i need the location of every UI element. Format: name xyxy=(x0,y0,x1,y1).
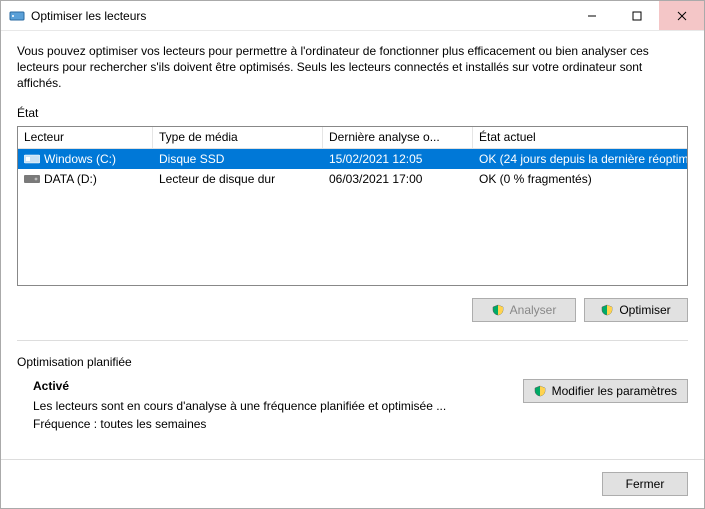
table-buttons: Analyser Optimiser xyxy=(17,298,688,322)
analyser-button[interactable]: Analyser xyxy=(472,298,576,322)
maximize-button[interactable] xyxy=(614,1,659,30)
drive-name: Windows (C:) xyxy=(44,152,116,166)
analyser-label: Analyser xyxy=(510,303,557,317)
titlebar: Optimiser les lecteurs xyxy=(1,1,704,31)
col-date[interactable]: Dernière analyse o... xyxy=(323,127,473,148)
state-label: État xyxy=(17,106,688,120)
fermer-button[interactable]: Fermer xyxy=(602,472,688,496)
cell-date: 06/03/2021 17:00 xyxy=(323,170,473,188)
content-area: Vous pouvez optimiser vos lecteurs pour … xyxy=(1,31,704,459)
cell-lecteur: DATA (D:) xyxy=(18,170,153,188)
drive-name: DATA (D:) xyxy=(44,172,97,186)
app-icon xyxy=(9,8,25,24)
modifier-label: Modifier les paramètres xyxy=(552,384,677,398)
cell-status: OK (0 % fragmentés) xyxy=(473,170,687,188)
sched-body: Activé Les lecteurs sont en cours d'anal… xyxy=(17,379,688,435)
table-row[interactable]: DATA (D:) Lecteur de disque dur 06/03/20… xyxy=(18,169,687,189)
optimiser-button[interactable]: Optimiser xyxy=(584,298,688,322)
table-row[interactable]: Windows (C:) Disque SSD 15/02/2021 12:05… xyxy=(18,149,687,169)
footer: Fermer xyxy=(1,459,704,508)
divider xyxy=(17,340,688,341)
col-type[interactable]: Type de média xyxy=(153,127,323,148)
minimize-button[interactable] xyxy=(569,1,614,30)
shield-icon xyxy=(601,304,613,316)
cell-lecteur: Windows (C:) xyxy=(18,150,153,168)
sched-heading: Optimisation planifiée xyxy=(17,355,688,369)
cell-type: Lecteur de disque dur xyxy=(153,170,323,188)
cell-type: Disque SSD xyxy=(153,150,323,168)
cell-status: OK (24 jours depuis la dernière réoptimi… xyxy=(473,150,687,168)
fermer-label: Fermer xyxy=(626,477,665,491)
sched-state: Activé xyxy=(33,379,523,393)
intro-text: Vous pouvez optimiser vos lecteurs pour … xyxy=(17,43,688,92)
sched-desc: Les lecteurs sont en cours d'analyse à u… xyxy=(33,399,523,413)
hdd-icon xyxy=(24,173,40,185)
cell-date: 15/02/2021 12:05 xyxy=(323,150,473,168)
sched-freq: Fréquence : toutes les semaines xyxy=(33,417,523,431)
ssd-icon xyxy=(24,153,40,165)
window-controls xyxy=(569,1,704,30)
optimiser-label: Optimiser xyxy=(619,303,670,317)
table-header: Lecteur Type de média Dernière analyse o… xyxy=(18,127,687,149)
window-title: Optimiser les lecteurs xyxy=(31,9,569,23)
shield-icon xyxy=(534,385,546,397)
drives-table: Lecteur Type de média Dernière analyse o… xyxy=(17,126,688,286)
col-lecteur[interactable]: Lecteur xyxy=(18,127,153,148)
shield-icon xyxy=(492,304,504,316)
close-button[interactable] xyxy=(659,1,704,30)
modifier-button[interactable]: Modifier les paramètres xyxy=(523,379,688,403)
col-etat[interactable]: État actuel xyxy=(473,127,687,148)
